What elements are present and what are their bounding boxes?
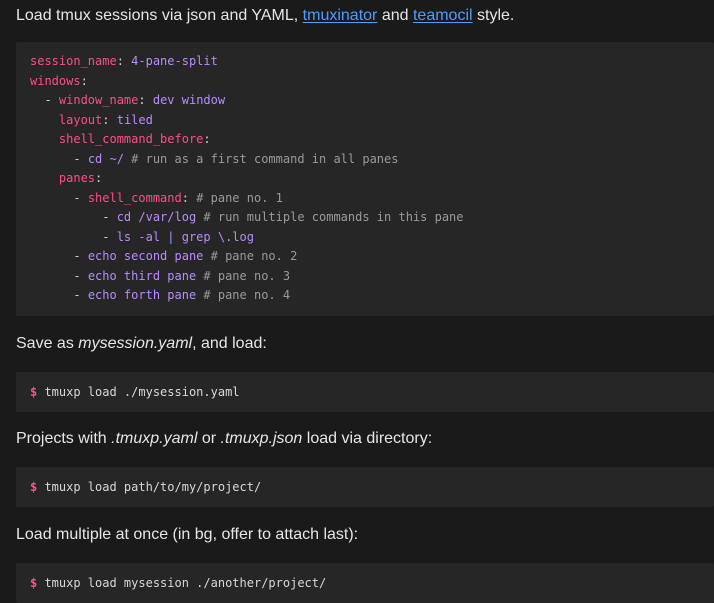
code-line: session_name: 4-pane-split xyxy=(30,52,218,72)
intro-mid: and xyxy=(377,7,413,24)
yaml-code-block[interactable]: session_name: 4-pane-split windows: - wi… xyxy=(16,42,714,316)
yaml-dash: - xyxy=(102,210,117,224)
yaml-key: session_name xyxy=(30,54,117,68)
yaml-sep: : xyxy=(138,93,153,107)
yaml-comment: # pane no. 2 xyxy=(203,249,298,263)
code-line: - echo third pane # pane no. 3 xyxy=(30,267,290,287)
intro-prefix: Load tmux sessions via json and YAML, xyxy=(16,7,303,24)
yaml-key: shell_command xyxy=(87,190,182,205)
tmuxinator-link[interactable]: tmuxinator xyxy=(303,7,378,24)
code-line: - shell_command: # pane no. 1 xyxy=(30,189,283,209)
yaml-dash: - xyxy=(102,229,117,244)
multi-text: Load multiple at once (in bg, offer to a… xyxy=(16,526,359,543)
load-file-command-block[interactable]: $ tmuxp load ./mysession.yaml xyxy=(16,372,714,412)
yaml-sep: : xyxy=(95,171,103,185)
yaml-sep: : xyxy=(203,132,211,146)
multi-paragraph: Load multiple at once (in bg, offer to a… xyxy=(16,525,358,545)
code-line: - cd /var/log # run multiple commands in… xyxy=(30,208,464,228)
projects-suffix: load via directory: xyxy=(302,430,433,447)
yaml-key: windows xyxy=(30,73,81,88)
yaml-comment: # pane no. 4 xyxy=(196,288,291,302)
yaml-comment: # pane no. 1 xyxy=(196,190,283,205)
yaml-sep: : xyxy=(80,73,88,88)
yaml-dash: - xyxy=(73,288,88,302)
yaml-filename: .tmuxp.yaml xyxy=(111,430,198,447)
save-filename: mysession.yaml xyxy=(78,335,193,352)
projects-mid: or xyxy=(197,430,221,447)
load-directory-command-block[interactable]: $ tmuxp load path/to/my/project/ xyxy=(16,467,714,507)
yaml-sep: : xyxy=(116,54,132,68)
yaml-comment: # run multiple commands in this pane xyxy=(196,210,464,224)
yaml-key: window_name xyxy=(58,93,139,107)
projects-prefix: Projects with xyxy=(16,430,112,447)
command-text: tmuxp load path/to/my/project/ xyxy=(37,480,262,494)
code-line: - echo forth pane # pane no. 4 xyxy=(30,286,290,306)
command-text: tmuxp load mysession ./another/project/ xyxy=(37,576,327,590)
json-filename: .tmuxp.json xyxy=(220,430,303,447)
yaml-value: echo third pane xyxy=(87,268,197,283)
code-line: shell_command_before: xyxy=(30,130,211,150)
load-multiple-command-block[interactable]: $ tmuxp load mysession ./another/project… xyxy=(16,563,714,603)
intro-paragraph: Load tmux sessions via json and YAML, tm… xyxy=(16,6,514,26)
save-suffix: , and load: xyxy=(192,335,267,352)
intro-suffix: style. xyxy=(472,7,515,24)
yaml-key: panes xyxy=(58,171,96,185)
yaml-dash: - xyxy=(73,151,88,166)
yaml-value: 4-pane-split xyxy=(131,54,218,68)
teamocil-link[interactable]: teamocil xyxy=(413,7,473,24)
projects-paragraph: Projects with .tmuxp.yaml or .tmuxp.json… xyxy=(16,429,432,449)
code-line: - cd ~/ # run as a first command in all … xyxy=(30,150,398,170)
yaml-sep: : xyxy=(181,190,197,205)
yaml-value: dev window xyxy=(152,93,226,107)
yaml-dash: - xyxy=(73,249,88,263)
yaml-comment: # run as a first command in all panes xyxy=(123,151,399,166)
save-paragraph: Save as mysession.yaml, and load: xyxy=(16,334,267,354)
yaml-sep: : xyxy=(102,112,117,127)
code-line: - window_name: dev window xyxy=(30,91,225,111)
save-prefix: Save as xyxy=(16,335,79,352)
yaml-dash: - xyxy=(73,190,88,205)
yaml-key: shell_command_before xyxy=(58,132,204,146)
command-text: tmuxp load ./mysession.yaml xyxy=(37,385,240,399)
code-line: - echo second pane # pane no. 2 xyxy=(30,247,297,267)
code-line: layout: tiled xyxy=(30,111,153,131)
yaml-value: tiled xyxy=(116,112,153,127)
yaml-key: layout xyxy=(58,112,103,127)
yaml-value: echo second pane xyxy=(87,249,204,263)
yaml-value: cd ~/ xyxy=(87,151,124,166)
yaml-dash: - xyxy=(44,93,59,107)
code-line: - ls -al | grep \.log xyxy=(30,228,254,248)
code-line: windows: xyxy=(30,72,88,92)
yaml-value: echo forth pane xyxy=(87,288,197,302)
yaml-value: cd /var/log xyxy=(116,210,197,224)
yaml-dash: - xyxy=(73,268,88,283)
yaml-value: ls -al | grep \.log xyxy=(116,229,254,244)
code-line: panes: xyxy=(30,169,102,189)
yaml-comment: # pane no. 3 xyxy=(196,268,291,283)
